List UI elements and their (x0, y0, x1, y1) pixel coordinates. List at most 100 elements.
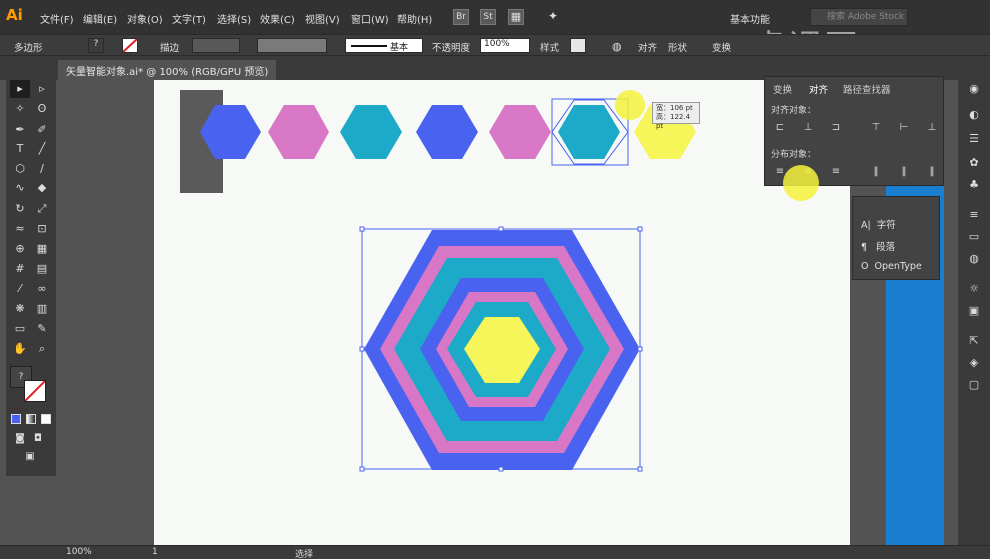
appearance-icon[interactable]: ☼ (967, 282, 981, 296)
gradient-mode-icon[interactable] (26, 414, 36, 424)
distribute-right-icon[interactable]: ‖ (923, 165, 941, 179)
transparency-icon[interactable]: ◍ (967, 252, 981, 266)
menu-view[interactable]: 视图(V) (305, 11, 340, 26)
align-left-icon[interactable]: ⊏ (771, 121, 789, 135)
align-hcenter-icon[interactable]: ⊥ (799, 121, 817, 135)
align-bottom-icon[interactable]: ⊥ (923, 121, 941, 135)
zoom-level[interactable]: 100% (66, 547, 92, 557)
direct-selection-tool-icon[interactable]: ▹ (32, 80, 52, 98)
pen-tool-icon[interactable]: ✒ (10, 121, 30, 139)
bridge-icon[interactable]: Br (453, 9, 469, 25)
scale-tool-icon[interactable]: ⤢ (32, 200, 52, 218)
hexagon-pink-1[interactable] (268, 105, 329, 159)
draw-normal-icon[interactable]: ◙ (10, 430, 30, 448)
free-transform-icon[interactable]: ⊡ (32, 220, 52, 238)
char-item-paragraph[interactable]: ¶ 段落 (861, 239, 895, 253)
align-top-icon[interactable]: ⊤ (867, 121, 885, 135)
distribute-bottom-icon[interactable]: ≡ (827, 165, 845, 179)
hand-tool-icon[interactable]: ✋ (10, 340, 30, 358)
artboards-icon[interactable]: ▢ (967, 378, 981, 392)
gradient-panel-icon[interactable]: ▭ (967, 230, 981, 244)
menu-help[interactable]: 帮助(H) (397, 11, 432, 26)
stroke-panel-icon[interactable]: ≡ (967, 208, 981, 222)
hexagon-pink-2[interactable] (489, 105, 551, 159)
fill-swatch[interactable]: ? (88, 38, 104, 53)
grid-icon[interactable]: ▦ (508, 9, 524, 25)
artboard[interactable] (154, 80, 850, 545)
stock-icon[interactable]: St (480, 9, 496, 25)
menu-type[interactable]: 文字(T) (172, 11, 206, 26)
magic-wand-icon[interactable]: ✧ (10, 100, 30, 118)
document-tab[interactable]: 矢量智能对象.ai* @ 100% (RGB/GPU 预览) (58, 60, 277, 80)
shape-builder-icon[interactable]: ⊕ (10, 240, 30, 258)
menu-file[interactable]: 文件(F) (40, 11, 74, 26)
shape-button[interactable]: 形状 (668, 40, 687, 54)
opacity-field[interactable]: 100% (480, 38, 530, 53)
artwork (180, 90, 696, 472)
rotate-tool-icon[interactable]: ↻ (10, 200, 30, 218)
polygon-tool-icon[interactable]: ⬡ (10, 160, 30, 178)
color-mode-icon[interactable] (11, 414, 21, 424)
hexagon-blue-2[interactable] (416, 105, 478, 159)
brushes-icon[interactable]: ✿ (967, 156, 981, 170)
none-mode-icon[interactable] (41, 414, 51, 424)
tab-align[interactable]: 对齐 (809, 82, 828, 96)
hexagon-teal-1[interactable] (340, 105, 402, 159)
distribute-left-icon[interactable]: ‖ (867, 165, 885, 179)
tab-transform[interactable]: 变换 (773, 82, 792, 96)
libraries-icon[interactable]: ☰ (967, 132, 981, 146)
lasso-icon[interactable]: ʘ (32, 100, 52, 118)
type-tool-icon[interactable]: T (10, 140, 30, 158)
shaper-tool-icon[interactable]: ∿ (10, 179, 30, 197)
gradient-tool-icon[interactable]: ▤ (32, 260, 52, 278)
eyedropper-icon[interactable]: ⁄ (10, 280, 30, 298)
symbols-icon[interactable]: ♣ (967, 178, 981, 192)
color-guide-icon[interactable]: ◐ (967, 108, 981, 122)
align-right-icon[interactable]: ⊐ (827, 121, 845, 135)
menu-select[interactable]: 选择(S) (217, 11, 251, 26)
eraser-icon[interactable]: ◆ (32, 179, 52, 197)
artboard-number[interactable]: 1 (152, 547, 158, 557)
distribute-hcenter-icon[interactable]: ‖ (895, 165, 913, 179)
graphic-styles-icon[interactable]: ▣ (967, 304, 981, 318)
color-panel-icon[interactable]: ◉ (967, 82, 981, 96)
align-button[interactable]: 对齐 (638, 40, 657, 54)
mesh-tool-icon[interactable]: # (10, 260, 30, 278)
curvature-tool-icon[interactable]: ✐ (32, 121, 52, 139)
menu-edit[interactable]: 编辑(E) (83, 11, 117, 26)
column-graph-icon[interactable]: ▥ (32, 300, 52, 318)
warp-tool-icon[interactable]: ≈ (10, 220, 30, 238)
stroke-weight-field[interactable] (192, 38, 240, 53)
variable-width-field[interactable] (257, 38, 327, 53)
stroke-color-box[interactable] (24, 380, 46, 402)
layers-icon[interactable]: ◈ (967, 356, 981, 370)
stroke-swatch[interactable] (122, 38, 138, 53)
draw-behind-icon[interactable]: ◘ (28, 430, 48, 448)
menu-object[interactable]: 对象(O) (127, 11, 163, 26)
artboard-tool-icon[interactable]: ▭ (10, 320, 30, 338)
symbol-sprayer-icon[interactable]: ❋ (10, 300, 30, 318)
blend-tool-icon[interactable]: ∞ (32, 280, 52, 298)
tab-pathfinder[interactable]: 路径查找器 (843, 82, 891, 96)
paragraph-icon: ¶ (861, 242, 868, 253)
export-icon[interactable]: ⇱ (967, 334, 981, 348)
menu-window[interactable]: 窗口(W) (351, 11, 389, 26)
stroke-style-field[interactable]: 基本 (345, 38, 423, 53)
screen-mode-icon[interactable]: ▣ (20, 448, 40, 466)
char-item-character[interactable]: A| 字符 (861, 217, 896, 231)
app-logo: Ai (6, 6, 23, 24)
align-vcenter-icon[interactable]: ⊢ (895, 121, 913, 135)
transform-button[interactable]: 变换 (712, 40, 731, 54)
gpu-icon[interactable]: ✦ (545, 9, 561, 25)
perspective-grid-icon[interactable]: ▦ (32, 240, 52, 258)
selection-tool-icon[interactable]: ▸ (10, 80, 30, 98)
recolor-icon[interactable]: ◍ (612, 40, 622, 53)
char-item-opentype[interactable]: O OpenType (861, 261, 922, 272)
style-swatch[interactable] (570, 38, 586, 53)
hexagon-teal-2[interactable] (558, 105, 620, 159)
menu-effect[interactable]: 效果(C) (260, 11, 295, 26)
line-tool-icon[interactable]: ╱ (32, 140, 52, 158)
slice-tool-icon[interactable]: ✎ (32, 320, 52, 338)
paintbrush-icon[interactable]: ∕ (32, 160, 52, 178)
zoom-tool-icon[interactable]: ⌕ (32, 340, 52, 358)
